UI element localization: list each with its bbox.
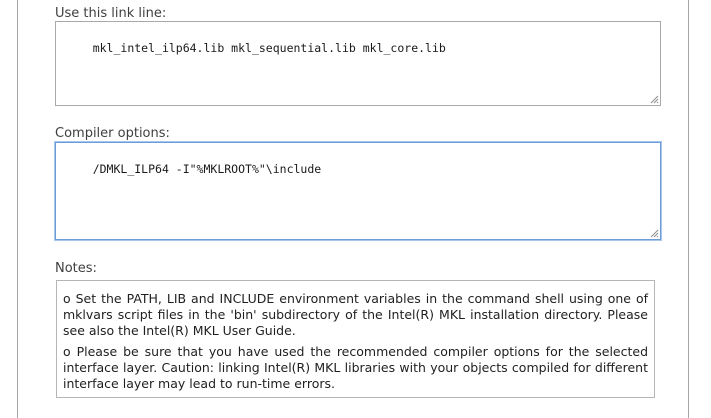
resize-grip-icon[interactable] bbox=[650, 95, 659, 104]
link-line-textarea[interactable]: mkl_intel_ilp64.lib mkl_sequential.lib m… bbox=[55, 21, 661, 106]
link-line-value: mkl_intel_ilp64.lib mkl_sequential.lib m… bbox=[92, 41, 446, 55]
resize-grip-icon[interactable] bbox=[650, 229, 659, 238]
compiler-options-label: Compiler options: bbox=[55, 126, 170, 141]
page: Use this link line: mkl_intel_ilp64.lib … bbox=[0, 0, 711, 418]
notes-box: o Set the PATH, LIB and INCLUDE environm… bbox=[56, 280, 655, 398]
compiler-options-textarea[interactable]: /DMKL_ILP64 -I"%MKLROOT%"\include bbox=[55, 142, 661, 240]
note-item: o Set the PATH, LIB and INCLUDE environm… bbox=[63, 291, 648, 338]
compiler-options-value: /DMKL_ILP64 -I"%MKLROOT%"\include bbox=[92, 162, 322, 176]
note-item: o Please be sure that you have used the … bbox=[63, 344, 648, 391]
link-line-label: Use this link line: bbox=[55, 6, 167, 21]
notes-label: Notes: bbox=[55, 261, 97, 276]
